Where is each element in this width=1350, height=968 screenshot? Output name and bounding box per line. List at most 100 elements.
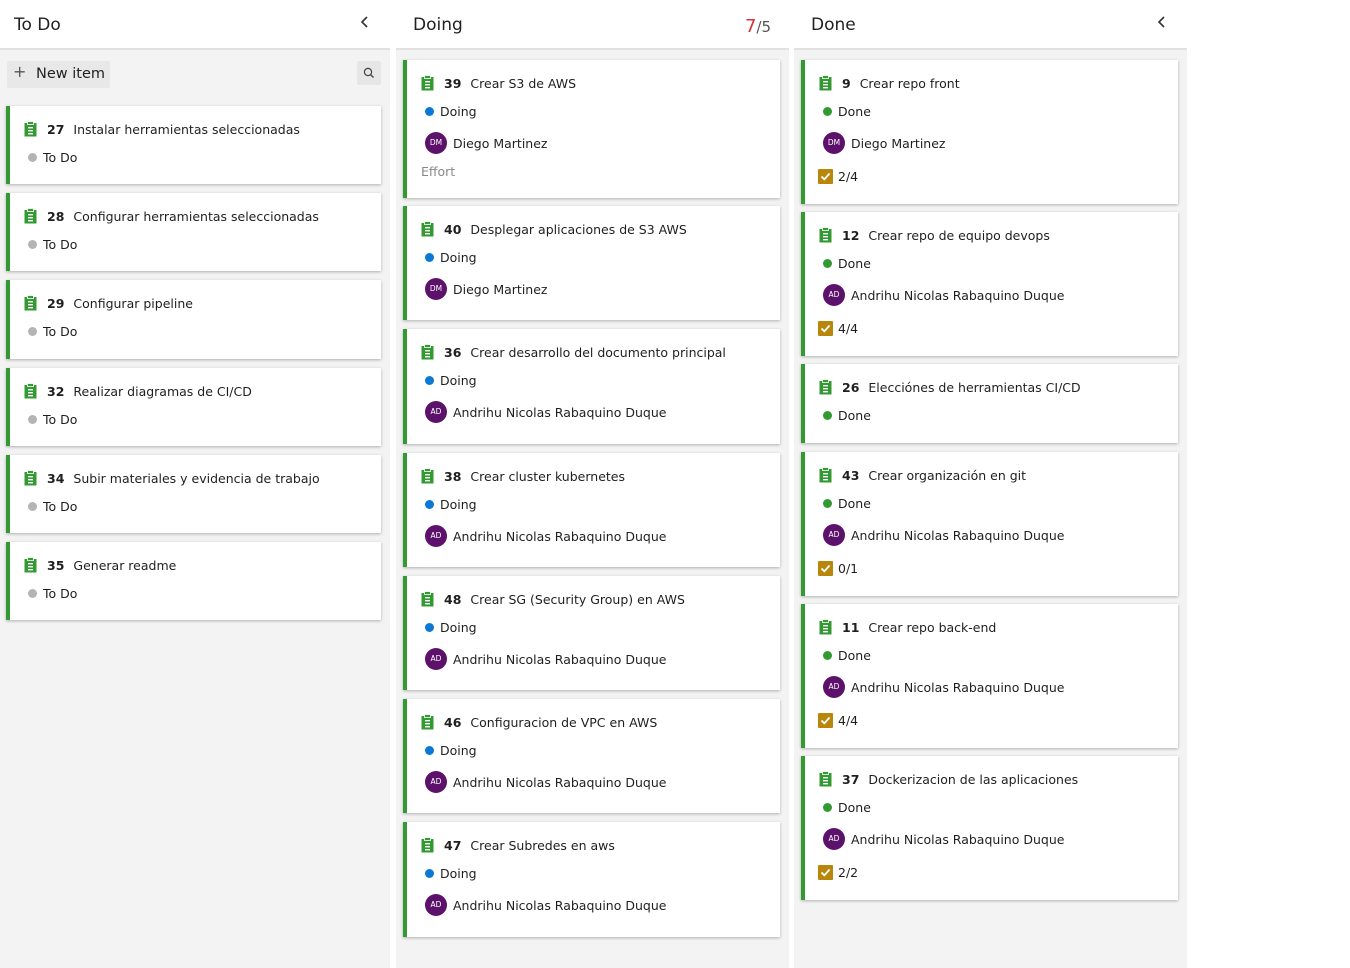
- task-icon: [24, 383, 37, 399]
- work-item-title[interactable]: Configurar pipeline: [73, 296, 193, 311]
- assigned-to[interactable]: DM Diego Martinez: [823, 132, 945, 154]
- checklist-progress[interactable]: 0/1: [818, 560, 858, 576]
- card-header: 36 Crear desarrollo del documento princip…: [421, 343, 726, 361]
- work-item-title[interactable]: Realizar diagramas de CI/CD: [73, 384, 251, 399]
- task-icon: [421, 221, 434, 237]
- state-label: Done: [838, 799, 871, 815]
- state-dot-icon: [425, 868, 434, 878]
- work-item-card[interactable]: 35 Generar readme To Do: [6, 542, 381, 620]
- assigned-to[interactable]: AD Andrihu Nicolas Rabaquino Duque: [425, 401, 666, 423]
- assigned-to[interactable]: AD Andrihu Nicolas Rabaquino Duque: [823, 676, 1064, 698]
- state-dot-icon: [28, 588, 37, 598]
- work-item-id: 38: [444, 468, 462, 484]
- checklist-count: 0/1: [838, 560, 859, 576]
- work-item-card[interactable]: 27 Instalar herramientas seleccionadas To …: [6, 106, 381, 184]
- work-item-title[interactable]: Instalar herramientas seleccionadas: [73, 122, 300, 137]
- assigned-to[interactable]: AD Andrihu Nicolas Rabaquino Duque: [823, 524, 1064, 546]
- assigned-to[interactable]: AD Andrihu Nicolas Rabaquino Duque: [425, 648, 666, 670]
- state-dot-icon: [823, 258, 832, 268]
- work-item-card[interactable]: 12 Crear repo de equipo devops Done AD Andri…: [801, 212, 1178, 356]
- work-item-card[interactable]: 47 Crear Subredes en aws Doing AD Andrihu Ni…: [403, 822, 780, 937]
- work-item-title[interactable]: Subir materiales y evidencia de trabajo: [73, 471, 319, 486]
- new-item-button[interactable]: + New item: [7, 61, 110, 88]
- chevron-left-icon[interactable]: [355, 14, 375, 36]
- card-header: 29 Configurar pipeline: [24, 294, 193, 312]
- work-item-card[interactable]: 48 Crear SG (Security Group) en AWS Doing A…: [403, 576, 780, 690]
- assigned-to[interactable]: AD Andrihu Nicolas Rabaquino Duque: [823, 284, 1064, 306]
- checklist-progress[interactable]: 2/2: [818, 864, 858, 880]
- work-item-card[interactable]: 26 Elecciónes de herramientas CI/CD Done: [801, 364, 1178, 443]
- assigned-to[interactable]: DM Diego Martinez: [425, 132, 547, 154]
- state-label: Done: [838, 407, 871, 423]
- work-item-title[interactable]: Crear repo de equipo devops: [868, 228, 1049, 243]
- work-item-card[interactable]: 39 Crear S3 de AWS Doing DM Diego Martinez Ef…: [403, 60, 780, 198]
- task-icon: [421, 468, 434, 484]
- work-item-title[interactable]: Dockerizacion de las aplicaciones: [868, 772, 1078, 787]
- state-label: Doing: [440, 619, 477, 635]
- assignee-name: Andrihu Nicolas Rabaquino Duque: [851, 287, 1065, 303]
- work-item-card[interactable]: 11 Crear repo back-end Done AD Andrihu Nicol…: [801, 604, 1178, 748]
- state-label: To Do: [43, 323, 78, 339]
- checklist-icon: [818, 168, 833, 184]
- work-item-card[interactable]: 43 Crear organización en git Done AD Andrihu…: [801, 452, 1178, 596]
- work-item-state: Doing: [425, 865, 477, 881]
- avatar: DM: [425, 278, 447, 300]
- state-dot-icon: [425, 375, 434, 385]
- state-label: Doing: [440, 249, 477, 265]
- assigned-to[interactable]: AD Andrihu Nicolas Rabaquino Duque: [425, 894, 666, 916]
- work-item-card[interactable]: 40 Desplegar aplicaciones de S3 AWS Doing D…: [403, 206, 780, 320]
- work-item-card[interactable]: 38 Crear cluster kubernetes Doing AD Andrihu…: [403, 453, 780, 567]
- work-item-title[interactable]: Crear SG (Security Group) en AWS: [470, 592, 684, 607]
- work-item-title[interactable]: Generar readme: [73, 558, 176, 573]
- work-item-id: 48: [444, 591, 462, 607]
- work-item-card[interactable]: 36 Crear desarrollo del documento princip…: [403, 329, 780, 444]
- work-item-title[interactable]: Crear repo front: [860, 76, 960, 91]
- assignee-name: Andrihu Nicolas Rabaquino Duque: [453, 651, 667, 667]
- work-item-title[interactable]: Elecciónes de herramientas CI/CD: [868, 380, 1080, 395]
- work-item-state: To Do: [28, 236, 77, 252]
- work-item-card[interactable]: 46 Configuracion de VPC en AWS Doing AD Andr…: [403, 699, 780, 813]
- work-item-title[interactable]: Configuracion de VPC en AWS: [470, 715, 657, 730]
- work-item-title[interactable]: Desplegar aplicaciones de S3 AWS: [470, 222, 686, 237]
- state-dot-icon: [823, 106, 832, 116]
- state-label: Done: [838, 255, 871, 271]
- checklist-progress[interactable]: 2/4: [818, 168, 858, 184]
- checklist-progress[interactable]: 4/4: [818, 320, 858, 336]
- work-item-title[interactable]: Crear desarrollo del documento principal: [470, 345, 726, 360]
- work-item-title[interactable]: Crear S3 de AWS: [470, 76, 576, 91]
- assigned-to[interactable]: AD Andrihu Nicolas Rabaquino Duque: [425, 525, 666, 547]
- state-dot-icon: [823, 650, 832, 660]
- chevron-left-icon[interactable]: [1152, 14, 1172, 36]
- work-item-id: 12: [842, 227, 860, 243]
- assignee-name: Andrihu Nicolas Rabaquino Duque: [453, 404, 667, 420]
- card-header: 47 Crear Subredes en aws: [421, 836, 615, 854]
- work-item-title[interactable]: Crear Subredes en aws: [470, 838, 615, 853]
- checklist-icon: [818, 864, 833, 880]
- work-item-card[interactable]: 37 Dockerizacion de las aplicaciones Done A…: [801, 756, 1178, 900]
- work-item-title[interactable]: Crear repo back-end: [868, 620, 996, 635]
- column-title: Done: [811, 15, 856, 35]
- work-item-state: Done: [823, 407, 871, 423]
- state-dot-icon: [28, 239, 37, 249]
- task-icon: [421, 75, 434, 91]
- state-dot-icon: [28, 414, 37, 424]
- card-header: 27 Instalar herramientas seleccionadas: [24, 120, 300, 138]
- assigned-to[interactable]: AD Andrihu Nicolas Rabaquino Duque: [823, 828, 1064, 850]
- work-item-card[interactable]: 9 Crear repo front Done DM Diego Martinez 2/4: [801, 60, 1178, 204]
- checklist-count: 2/4: [838, 168, 859, 184]
- work-item-title[interactable]: Configurar herramientas seleccionadas: [73, 209, 319, 224]
- card-header: 11 Crear repo back-end: [819, 618, 996, 636]
- card-header: 32 Realizar diagramas de CI/CD: [24, 382, 252, 400]
- work-item-title[interactable]: Crear cluster kubernetes: [470, 469, 625, 484]
- assigned-to[interactable]: AD Andrihu Nicolas Rabaquino Duque: [425, 771, 666, 793]
- work-item-card[interactable]: 32 Realizar diagramas de CI/CD To Do: [6, 368, 381, 446]
- checklist-progress[interactable]: 4/4: [818, 712, 858, 728]
- search-button[interactable]: [357, 61, 381, 85]
- effort-field[interactable]: Effort: [421, 164, 455, 179]
- work-item-card[interactable]: 28 Configurar herramientas seleccionadas T…: [6, 193, 381, 271]
- work-item-state: Doing: [425, 103, 477, 119]
- assigned-to[interactable]: DM Diego Martinez: [425, 278, 547, 300]
- work-item-title[interactable]: Crear organización en git: [868, 468, 1026, 483]
- work-item-card[interactable]: 34 Subir materiales y evidencia de trabaj…: [6, 455, 381, 533]
- work-item-card[interactable]: 29 Configurar pipeline To Do: [6, 280, 381, 359]
